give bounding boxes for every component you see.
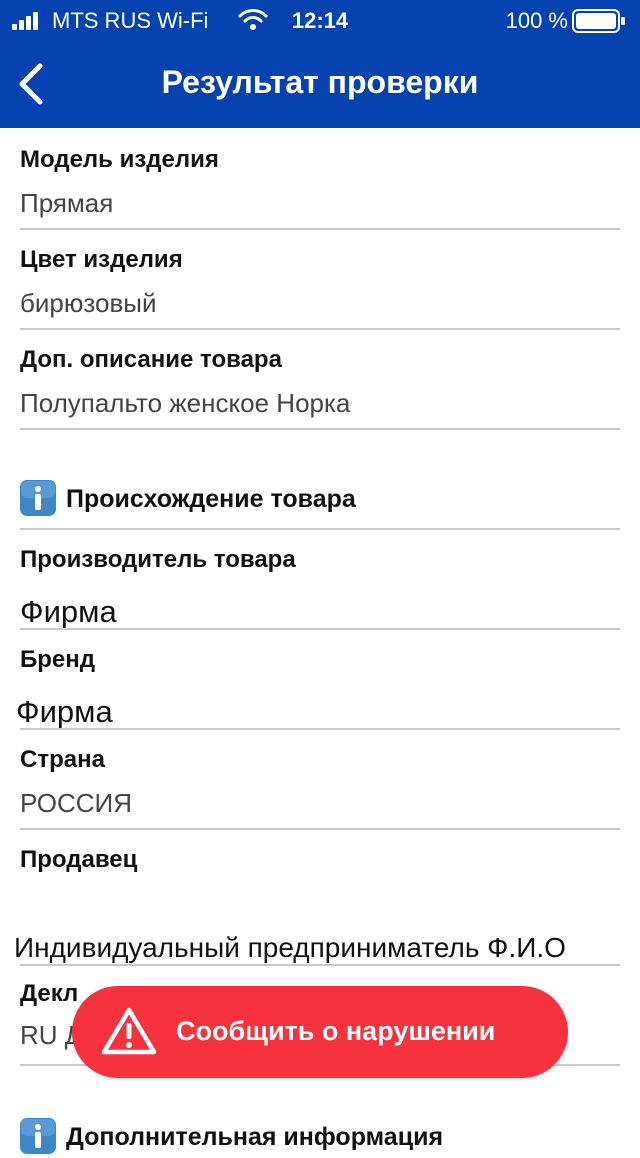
model-label: Модель изделия [20, 146, 219, 173]
page-title: Результат проверки [161, 64, 479, 100]
color-label: Цвет изделия [20, 246, 183, 273]
manufacturer-value: Фирма [20, 594, 117, 629]
battery-icon [572, 9, 625, 33]
report-violation-label: Сообщить о нарушении [176, 1016, 496, 1046]
battery-percent: 100 % [505, 8, 568, 33]
divider [20, 964, 620, 966]
description-label: Доп. описание товара [20, 346, 282, 373]
brand-value: Фирма [16, 694, 113, 729]
report-violation-button[interactable]: Сообщить о нарушении [72, 986, 568, 1078]
origin-section-title: Происхождение товара [66, 485, 356, 513]
description-value: Полупальто женское Норка [20, 388, 351, 418]
status-bar: MTS RUS Wi-Fi 12:14 100 % [0, 0, 640, 40]
seller-label: Продавец [20, 846, 138, 873]
divider [20, 228, 620, 230]
warning-icon [101, 1007, 157, 1055]
divider [20, 628, 620, 630]
seller-value: Индивидуальный предприниматель Ф.И.О [14, 932, 566, 963]
divider [20, 728, 620, 730]
divider [20, 528, 620, 530]
divider [20, 428, 620, 430]
brand-label: Бренд [20, 646, 95, 673]
additional-section-title: Дополнительная информация [66, 1123, 444, 1151]
model-value: Прямая [20, 188, 114, 218]
country-value: РОССИЯ [20, 788, 133, 818]
color-value: бирюзовый [20, 288, 157, 318]
divider [20, 328, 620, 330]
manufacturer-label: Производитель товара [20, 546, 296, 573]
info-icon [20, 1118, 56, 1154]
info-icon [20, 480, 56, 516]
nav-bar: Результат проверки [0, 40, 640, 128]
declaration-label: Декл [20, 980, 79, 1007]
country-label: Страна [20, 746, 105, 773]
divider [20, 828, 620, 830]
